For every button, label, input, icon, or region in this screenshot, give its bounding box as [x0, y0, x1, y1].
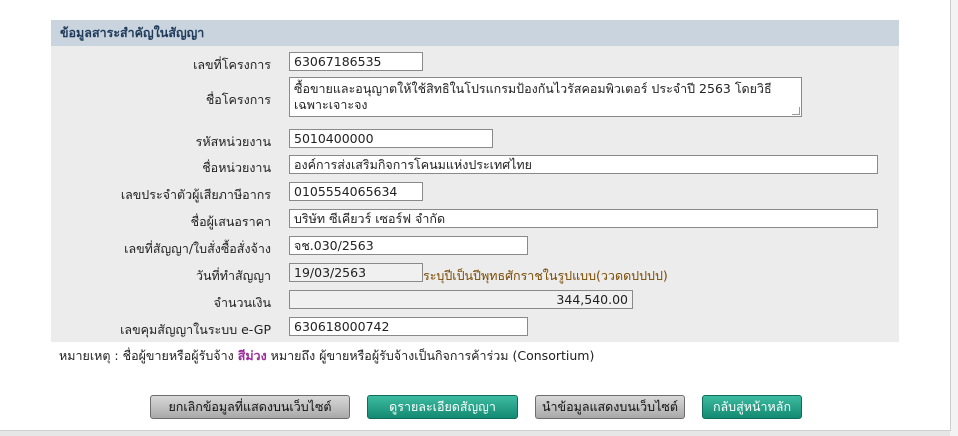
tax-id-field[interactable]: 0105554065634	[289, 182, 423, 201]
note-purple-word: สีม่วง	[237, 348, 267, 363]
egp-no-label: เลขคุมสัญญาในระบบ e-GP	[120, 322, 271, 337]
project-name-textarea[interactable]: ซื้อขายและอนุญาตให้ใช้สิทธิในโปรแกรมป้อง…	[289, 77, 802, 117]
contract-no-field[interactable]: จช.030/2563	[289, 236, 528, 255]
contract-date-field[interactable]: 19/03/2563	[289, 263, 423, 282]
agency-code-label: รหัสหน่วยงาน	[195, 134, 271, 149]
note-suffix: หมายถึง ผู้ขายหรือผู้รับจ้างเป็นกิจการค้…	[270, 348, 595, 363]
agency-name-field[interactable]: องค์การส่งเสริมกิจการโคนมแห่งประเทศไทย	[289, 155, 878, 174]
agency-code-field[interactable]: 5010400000	[289, 129, 493, 148]
contract-no-label: เลขที่สัญญา/ใบสั่งซื้อสั่งจ้าง	[124, 241, 271, 256]
project-name-value: ซื้อขายและอนุญาตให้ใช้สิทธิในโปรแกรมป้อง…	[294, 81, 772, 112]
contract-info-panel: ข้อมูลสาระสำคัญในสัญญา เลขที่โครงการ 630…	[51, 20, 899, 342]
panel-header: ข้อมูลสาระสำคัญในสัญญา	[51, 20, 899, 46]
amount-label: จำนวนเงิน	[213, 295, 271, 310]
publish-button[interactable]: นำข้อมูลแสดงบนเว็บไซต์	[535, 395, 685, 419]
back-home-button[interactable]: กลับสู่หน้าหลัก	[702, 395, 802, 419]
bidder-label: ชื่อผู้เสนอราคา	[190, 214, 271, 229]
unpublish-button[interactable]: ยกเลิกข้อมูลที่แสดงบนเว็บไซต์	[150, 395, 350, 419]
contract-date-label: วันที่ทำสัญญา	[195, 268, 271, 283]
agency-name-label: ชื่อหน่วยงาน	[202, 160, 271, 175]
tax-id-label: เลขประจำตัวผู้เสียภาษีอากร	[120, 187, 271, 202]
view-contract-detail-button[interactable]: ดูรายละเอียดสัญญา	[367, 395, 518, 419]
amount-field[interactable]: 344,540.00	[289, 290, 633, 309]
note-prefix: หมายเหตุ : ชื่อผู้ขายหรือผู้รับจ้าง	[59, 348, 234, 363]
resize-handle-icon[interactable]	[792, 107, 800, 115]
project-no-label: เลขที่โครงการ	[193, 57, 271, 72]
egp-no-field[interactable]: 630618000742	[289, 317, 528, 336]
project-name-label: ชื่อโครงการ	[205, 92, 271, 107]
consortium-note: หมายเหตุ : ชื่อผู้ขายหรือผู้รับจ้าง สีม่…	[59, 346, 594, 366]
date-format-hint: ระบุปีเป็นปีพุทธศักราชในรูปแบบ(ววดดปปปป)	[423, 268, 668, 283]
page-sheet: ข้อมูลสาระสำคัญในสัญญา เลขที่โครงการ 630…	[0, 0, 951, 436]
bidder-field[interactable]: บริษัท ซีเคียวร์ เซอร์ฟ จำกัด	[289, 209, 878, 228]
project-no-field[interactable]: 63067186535	[289, 52, 423, 71]
